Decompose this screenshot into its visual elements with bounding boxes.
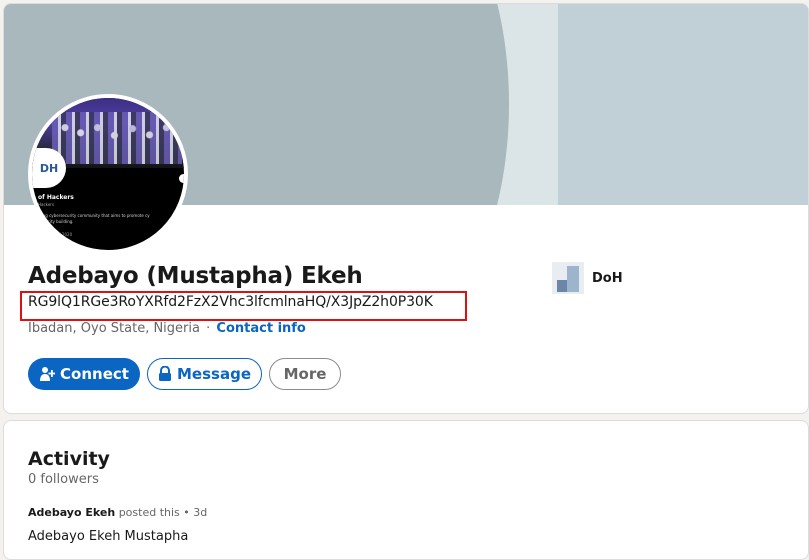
post-text[interactable]: Adebayo Ekeh Mustapha [28,529,188,544]
profile-name: Adebayo (Mustapha) Ekeh [28,263,363,289]
post-author[interactable]: Adebayo Ekeh [28,506,115,519]
more-button[interactable]: More [269,358,341,390]
profile-card: DH of Hackers Hackers ining cybersecurit… [3,3,809,414]
avatar-org-title: of Hackers [38,194,74,201]
company-logo-icon [552,262,584,294]
current-company[interactable]: DoH [552,262,623,294]
connect-label: Connect [60,365,129,383]
company-name: DoH [592,270,623,286]
message-label: Message [177,365,251,383]
profile-photo[interactable]: DH of Hackers Hackers ining cybersecurit… [28,94,188,254]
lock-icon [158,366,172,382]
contact-info-link[interactable]: Contact info [216,321,305,336]
more-label: More [283,365,327,383]
activity-card: Activity 0 followers Adebayo Ekeh posted… [3,420,809,560]
avatar-desc-line2: capacity building. [38,219,74,224]
activity-title: Activity [28,448,110,470]
org-logo-icon: DH [32,148,66,188]
message-button[interactable]: Message [147,358,262,390]
profile-location: Ibadan, Oyo State, Nigeria [28,321,200,336]
profile-headline: RG9lQ1RGe3RoYXRfd2FzX2Vhc3lfcmlnaHQ/X3Jp… [28,294,433,310]
location-separator: · [206,321,211,336]
post-bullet: • [183,506,190,519]
profile-location-row: Ibadan, Oyo State, Nigeria · Contact inf… [28,321,306,336]
post-meta: Adebayo Ekeh posted this • 3d [28,506,207,519]
avatar-joined: Joined April 2020 [38,232,73,237]
avatar-desc-line1: ining cybersecurity community that aims … [38,213,150,218]
connect-button[interactable]: Connect [28,358,140,390]
followers-count[interactable]: 0 followers [28,472,99,487]
post-action: posted this [118,506,180,519]
add-person-icon [39,366,56,382]
post-time: 3d [193,506,208,519]
avatar-org-sub: Hackers [38,202,55,207]
